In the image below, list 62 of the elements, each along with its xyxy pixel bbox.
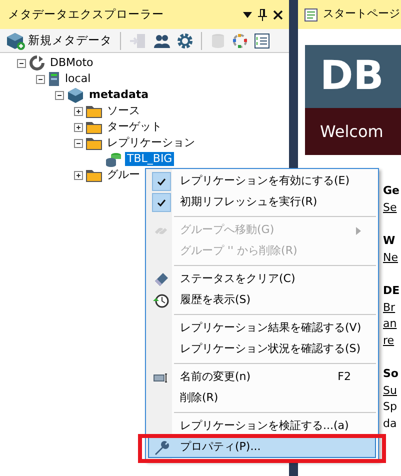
body-text: Sp: [383, 399, 398, 415]
cube-icon: [67, 87, 84, 103]
folder-icon: [86, 168, 102, 182]
section-heading: DE: [383, 283, 401, 299]
menu-item[interactable]: レプリケーション状況を確認する(S): [148, 339, 376, 360]
cube-icon: [6, 32, 26, 50]
collapse-toggle[interactable]: [36, 74, 45, 84]
body-text: da: [383, 416, 398, 432]
close-icon[interactable]: [273, 10, 283, 20]
numbered-list-icon[interactable]: [254, 32, 270, 48]
menu-item[interactable]: レプリケーションを検証する...(a): [148, 416, 376, 437]
folder-icon: [86, 136, 102, 150]
ring-icon[interactable]: [232, 32, 248, 48]
link[interactable]: an: [383, 316, 401, 332]
menu-item[interactable]: レプリケーション結果を確認する(V): [148, 318, 376, 339]
wrench-icon: [153, 440, 169, 456]
section-heading: Ge: [383, 183, 400, 199]
tree-item[interactable]: ソース: [105, 104, 142, 118]
tree-item[interactable]: TBL_BIG: [125, 152, 174, 166]
banner-title: DB: [305, 45, 401, 108]
pin-icon[interactable]: [258, 8, 267, 20]
eraser-icon: [153, 272, 169, 288]
folder-icon: [86, 120, 102, 134]
tree-item[interactable]: ターゲット: [105, 120, 164, 134]
expand-toggle[interactable]: [74, 106, 83, 116]
people-icon[interactable]: [153, 32, 171, 48]
tree-item[interactable]: グルー: [105, 168, 142, 182]
database-icon: [105, 152, 122, 166]
section-heading: W: [383, 233, 396, 249]
menu-item[interactable]: レプリケーションを有効にする(E): [148, 171, 376, 192]
link[interactable]: Se: [383, 200, 401, 216]
link[interactable]: Su: [383, 382, 401, 399]
folder-icon: [86, 104, 102, 118]
dropdown-icon[interactable]: [243, 12, 252, 18]
rename-icon: [153, 372, 169, 382]
sync-icon: [29, 55, 45, 71]
link[interactable]: Ne: [383, 250, 401, 266]
banner-subtitle: Welcom: [305, 108, 401, 155]
tree-item[interactable]: DBMoto: [48, 56, 96, 70]
panel-title: メタデータエクスプローラー: [8, 6, 164, 23]
page-icon: [304, 8, 318, 22]
tree-item[interactable]: metadata: [87, 88, 151, 102]
link[interactable]: Br: [383, 300, 401, 316]
history-icon: [153, 292, 169, 308]
start-page-tab[interactable]: スタートページ: [298, 0, 401, 29]
menu-item[interactable]: 履歴を表示(S): [148, 290, 376, 311]
gear-icon[interactable]: [177, 32, 193, 48]
expand-toggle[interactable]: [74, 122, 83, 132]
menu-item[interactable]: 名前の変更(n) F2: [148, 367, 376, 388]
server-icon: [48, 71, 60, 87]
tree-item[interactable]: レプリケーション: [105, 136, 197, 150]
menu-item[interactable]: 削除(R): [148, 388, 376, 409]
link[interactable]: re: [383, 332, 401, 349]
expand-toggle[interactable]: [74, 170, 83, 180]
collapse-toggle[interactable]: [55, 90, 64, 100]
menu-item[interactable]: プロパティ(P)...: [148, 437, 376, 458]
menu-item[interactable]: ステータスをクリア(C): [148, 269, 376, 290]
collapse-toggle[interactable]: [17, 58, 26, 68]
collapse-toggle[interactable]: [74, 138, 83, 148]
tree-item[interactable]: local: [63, 72, 93, 86]
menu-item[interactable]: 初期リフレッシュを実行(R): [148, 192, 376, 213]
section-heading: So: [383, 366, 400, 382]
